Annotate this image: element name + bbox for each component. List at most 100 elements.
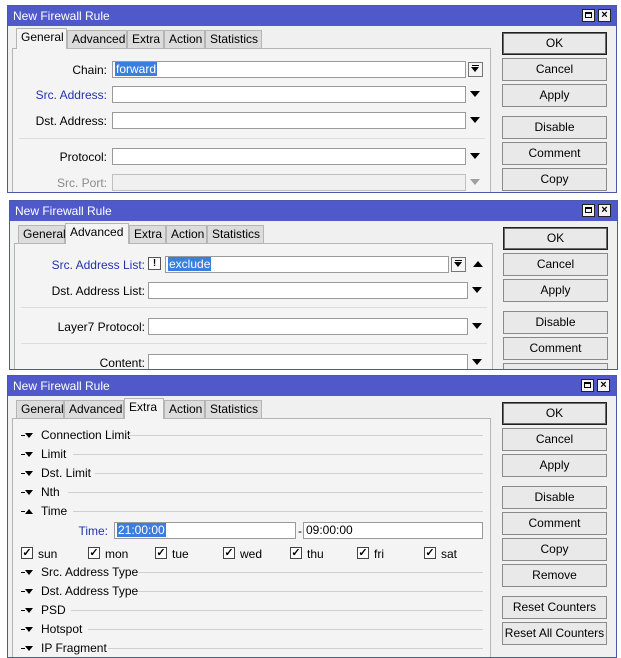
protocol-field[interactable] xyxy=(112,148,466,165)
disable-button[interactable]: Disable xyxy=(502,486,607,509)
checkbox-mon[interactable]: ✓ xyxy=(88,547,100,559)
expand-icon xyxy=(21,626,35,634)
apply-button[interactable]: Apply xyxy=(503,279,608,302)
layer7-protocol-label: Layer7 Protocol: xyxy=(57,320,145,334)
window-titlebar[interactable]: New Firewall Rule × xyxy=(8,6,616,26)
expand-icon xyxy=(21,588,35,596)
tab-statistics[interactable]: Statistics xyxy=(205,30,262,48)
section-dst-address-type[interactable]: Dst. Address Type xyxy=(21,583,138,599)
firewall-rule-window-general: New Firewall Rule × General Advanced Ext… xyxy=(7,5,617,193)
chain-dropdown-icon[interactable] xyxy=(468,62,483,77)
expand-icon xyxy=(21,470,35,478)
checkbox-sun[interactable]: ✓ xyxy=(21,547,33,559)
section-connection-limit[interactable]: Connection Limit xyxy=(21,427,130,443)
chain-field[interactable]: forward xyxy=(112,61,466,78)
remove-button[interactable]: Remove xyxy=(502,564,607,587)
time-to-field[interactable]: 09:00:00 xyxy=(303,522,483,539)
tab-statistics[interactable]: Statistics xyxy=(207,225,264,243)
maximize-icon[interactable] xyxy=(582,9,595,22)
disable-button[interactable]: Disable xyxy=(503,311,608,334)
tab-advanced[interactable]: Advanced xyxy=(64,400,124,418)
checkbox-wed[interactable]: ✓ xyxy=(223,547,235,559)
tab-statistics[interactable]: Statistics xyxy=(205,400,262,418)
tab-extra[interactable]: Extra xyxy=(127,30,164,48)
firewall-rule-window-extra: New Firewall Rule × General Advanced Ext… xyxy=(7,375,617,658)
tab-extra[interactable]: Extra xyxy=(129,225,166,243)
dst-address-list-field[interactable] xyxy=(148,282,468,299)
layer7-protocol-dropdown-icon[interactable] xyxy=(472,323,482,329)
tab-advanced[interactable]: Advanced xyxy=(65,223,129,244)
src-address-field[interactable] xyxy=(112,86,466,103)
section-divider xyxy=(71,610,483,611)
section-label: Nth xyxy=(41,485,60,499)
src-address-list-dropdown-icon[interactable] xyxy=(451,257,466,272)
checkbox-tue[interactable]: ✓ xyxy=(155,547,167,559)
section-time[interactable]: Time xyxy=(21,503,67,519)
tab-general[interactable]: General xyxy=(18,225,66,243)
cancel-button[interactable]: Cancel xyxy=(502,58,607,81)
layer7-protocol-field[interactable] xyxy=(148,318,468,335)
section-label: Limit xyxy=(41,447,67,461)
day-label-tue: tue xyxy=(172,547,189,561)
section-src-address-type[interactable]: Src. Address Type xyxy=(21,564,139,580)
disable-button[interactable]: Disable xyxy=(502,116,607,139)
tab-advanced[interactable]: Advanced xyxy=(67,30,127,48)
comment-button[interactable]: Comment xyxy=(502,142,607,165)
dst-address-field[interactable] xyxy=(112,112,466,129)
checkbox-thu[interactable]: ✓ xyxy=(290,547,302,559)
section-label: Src. Address Type xyxy=(41,565,139,579)
protocol-dropdown-icon[interactable] xyxy=(470,153,480,159)
tab-general[interactable]: General xyxy=(16,400,64,418)
copy-button[interactable]: Copy xyxy=(502,538,607,561)
checkbox-fri[interactable]: ✓ xyxy=(357,547,369,559)
hidden-button[interactable] xyxy=(503,363,608,369)
src-address-dropdown-icon[interactable] xyxy=(470,91,480,97)
reset-counters-button[interactable]: Reset Counters xyxy=(502,596,607,619)
collapse-up-icon[interactable] xyxy=(473,261,483,267)
window-titlebar[interactable]: New Firewall Rule × xyxy=(10,201,617,221)
src-address-list-field[interactable]: exclude xyxy=(165,256,449,273)
section-nth[interactable]: Nth xyxy=(21,484,60,500)
window-titlebar[interactable]: New Firewall Rule × xyxy=(8,376,616,396)
window-title: New Firewall Rule xyxy=(15,204,112,218)
src-port-field[interactable] xyxy=(112,174,466,191)
close-icon[interactable]: × xyxy=(598,204,611,217)
section-divider xyxy=(108,648,483,649)
section-dst-limit[interactable]: Dst. Limit xyxy=(21,465,91,481)
comment-button[interactable]: Comment xyxy=(503,337,608,360)
ok-button[interactable]: OK xyxy=(502,32,607,55)
section-psd[interactable]: PSD xyxy=(21,602,66,618)
time-from-field[interactable]: 21:00:00 xyxy=(114,522,296,539)
checkbox-sat[interactable]: ✓ xyxy=(424,547,436,559)
tab-extra[interactable]: Extra xyxy=(124,398,164,419)
section-hotspot[interactable]: Hotspot xyxy=(21,621,82,637)
not-toggle-icon[interactable]: ! xyxy=(148,257,161,270)
cancel-button[interactable]: Cancel xyxy=(503,253,608,276)
copy-button[interactable]: Copy xyxy=(502,168,607,191)
expand-icon xyxy=(21,569,35,577)
reset-all-counters-button[interactable]: Reset All Counters xyxy=(502,622,607,645)
tab-general[interactable]: General xyxy=(16,28,67,49)
tab-action[interactable]: Action xyxy=(164,400,205,418)
apply-button[interactable]: Apply xyxy=(502,454,607,477)
src-port-dropdown-icon[interactable] xyxy=(470,179,480,185)
comment-button[interactable]: Comment xyxy=(502,512,607,535)
dst-address-dropdown-icon[interactable] xyxy=(470,117,480,123)
ok-button[interactable]: OK xyxy=(503,227,608,250)
close-icon[interactable]: × xyxy=(597,379,610,392)
section-limit[interactable]: Limit xyxy=(21,446,67,462)
firewall-rule-window-advanced: New Firewall Rule × General Advanced Ext… xyxy=(9,200,618,370)
tab-action[interactable]: Action xyxy=(166,225,207,243)
maximize-icon[interactable] xyxy=(582,204,595,217)
close-icon[interactable]: × xyxy=(598,9,611,22)
apply-button[interactable]: Apply xyxy=(502,84,607,107)
section-ip-fragment[interactable]: IP Fragment xyxy=(21,640,107,656)
dst-address-list-dropdown-icon[interactable] xyxy=(472,287,482,293)
content-dropdown-icon[interactable] xyxy=(472,359,482,365)
cancel-button[interactable]: Cancel xyxy=(502,428,607,451)
content-field[interactable] xyxy=(148,354,468,369)
tab-action[interactable]: Action xyxy=(164,30,205,48)
maximize-icon[interactable] xyxy=(581,379,594,392)
section-label: PSD xyxy=(41,603,66,617)
ok-button[interactable]: OK xyxy=(502,402,607,425)
